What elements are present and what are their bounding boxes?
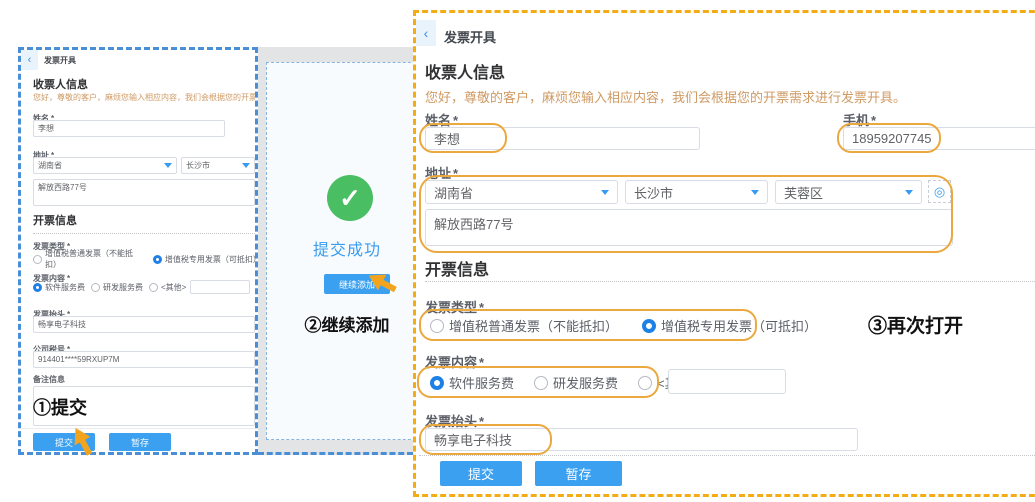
district-select[interactable]: 芙蓉区 [775,180,922,204]
address-label: 地址 [425,166,451,181]
greeting-text: 您好，尊敬的客户，麻烦您输入相应内容，我们会根据您的开票需求进行发票开具。 [425,87,906,106]
option-label: 增值税专用发票（可抵扣） [165,254,257,265]
street-input[interactable]: 解放西路77号 [425,209,953,246]
success-check-icon: ✓ [327,175,373,221]
phone-label: 手机 [843,113,869,128]
tax-no-input[interactable]: 914401****59RXUP7M [33,351,255,368]
invoice-content-option-rd[interactable]: 研发服务费 [534,373,618,392]
option-label: 增值税普通发票（不能抵扣） [449,316,618,335]
greeting-text: 您好，尊敬的客户，麻烦您输入相应内容，我们会根据您的开票需求进行发票开具。 [33,92,255,103]
invoice-section-heading: 开票信息 [33,212,255,234]
name-label: 姓名 [425,113,451,128]
required-mark: * [479,300,484,315]
recipient-section-heading: 收票人信息 [425,59,505,83]
required-mark: * [479,414,484,429]
invoice-content-option-software[interactable]: 软件服务费 [33,282,85,293]
caret-down-icon [751,190,759,195]
remark-label: 备注信息 [33,374,65,385]
invoice-title-label: 发票抬头 [425,414,477,429]
separator [425,281,1035,282]
other-content-input[interactable] [190,280,250,294]
invoice-title-input[interactable]: 畅享电子科技 [33,316,255,333]
separator [419,455,1035,456]
province-select[interactable]: 湖南省 [33,157,177,174]
form-screenshot-panel: ‹ 发票开具 收票人信息 您好，尊敬的客户，麻烦您输入相应内容，我们会根据您的开… [18,47,258,455]
radio-icon [91,283,100,292]
annotation-step2: ②继续添加 [267,311,427,336]
radio-icon [638,376,652,390]
save-draft-button[interactable]: 暂存 [535,461,622,486]
radio-checked-icon [642,319,656,333]
invoice-type-label: 发票类型 [425,300,477,315]
city-value: 长沙市 [634,183,673,202]
option-label: 研发服务费 [103,282,143,293]
caret-down-icon [905,190,913,195]
save-draft-button[interactable]: 暂存 [109,433,171,451]
invoice-type-option-special[interactable]: 增值税专用发票（可抵扣） [153,254,257,265]
city-select[interactable]: 长沙市 [181,157,255,174]
caret-down-icon [601,190,609,195]
option-label: 软件服务费 [45,282,85,293]
city-value: 长沙市 [186,160,210,171]
recipient-section-heading: 收票人信息 [33,76,88,92]
invoice-section-heading: 开票信息 [425,256,489,280]
required-mark: * [871,113,876,128]
success-message: 提交成功 [267,236,427,260]
radio-icon [149,283,158,292]
reopened-form-panel: ‹ 发票开具 收票人信息 您好，尊敬的客户，麻烦您输入相应内容，我们会根据您的开… [413,10,1035,497]
radio-icon [430,319,444,333]
back-icon[interactable]: ‹ [416,20,436,46]
cursor-arrow-icon [363,265,403,301]
invoice-type-option-normal[interactable]: 增值税普通发票（不能抵扣） [33,248,145,270]
page-header: ‹ 发票开具 [21,50,255,70]
province-select[interactable]: 湖南省 [425,180,618,204]
locate-icon[interactable]: ◎ [928,180,951,203]
province-value: 湖南省 [38,160,62,171]
invoice-content-option-other[interactable]: <其他> [149,282,186,293]
submit-button[interactable]: 提交 [440,461,522,486]
check-glyph: ✓ [339,183,361,214]
invoice-type-option-normal[interactable]: 增值税普通发票（不能抵扣） [430,316,618,335]
city-select[interactable]: 长沙市 [625,180,768,204]
required-mark: * [453,113,458,128]
page-title: 发票开具 [44,55,76,66]
back-icon[interactable]: ‹ [21,50,38,70]
option-label: <其他> [161,282,186,293]
required-mark: * [479,355,484,370]
caret-down-icon [242,163,250,168]
radio-checked-icon [33,283,42,292]
phone-input[interactable]: 18959207745 [843,127,1035,150]
page-title: 发票开具 [444,27,496,46]
option-label: 增值税普通发票（不能抵扣） [45,248,145,270]
name-input[interactable]: 李想 [425,127,700,150]
name-input[interactable]: 李想 [33,120,225,137]
district-value: 芙蓉区 [784,183,823,202]
required-mark: * [453,166,458,181]
page-backdrop: ✓ 提交成功 继续添加 ②继续添加 [258,47,413,455]
radio-icon [33,255,42,264]
locate-glyph: ◎ [934,184,945,200]
invoice-content-label: 发票内容 [425,355,477,370]
caret-down-icon [164,163,172,168]
success-dialog: ✓ 提交成功 继续添加 ②继续添加 [266,62,426,440]
invoice-type-option-special[interactable]: 增值税专用发票（可抵扣） [642,316,817,335]
invoice-content-option-software[interactable]: 软件服务费 [430,373,514,392]
option-label: 增值税专用发票（可抵扣） [661,316,817,335]
other-content-input[interactable] [668,369,786,394]
province-value: 湖南省 [434,183,473,202]
street-input[interactable]: 解放西路77号 [33,179,255,206]
invoice-title-input[interactable]: 畅享电子科技 [425,428,858,451]
option-label: 软件服务费 [449,373,514,392]
radio-checked-icon [430,376,444,390]
annotation-step1: ①提交 [33,394,87,420]
invoice-content-option-rd[interactable]: 研发服务费 [91,282,143,293]
radio-icon [534,376,548,390]
option-label: 研发服务费 [553,373,618,392]
radio-checked-icon [153,255,162,264]
separator [21,428,255,429]
annotation-step3: ③再次打开 [868,311,963,338]
